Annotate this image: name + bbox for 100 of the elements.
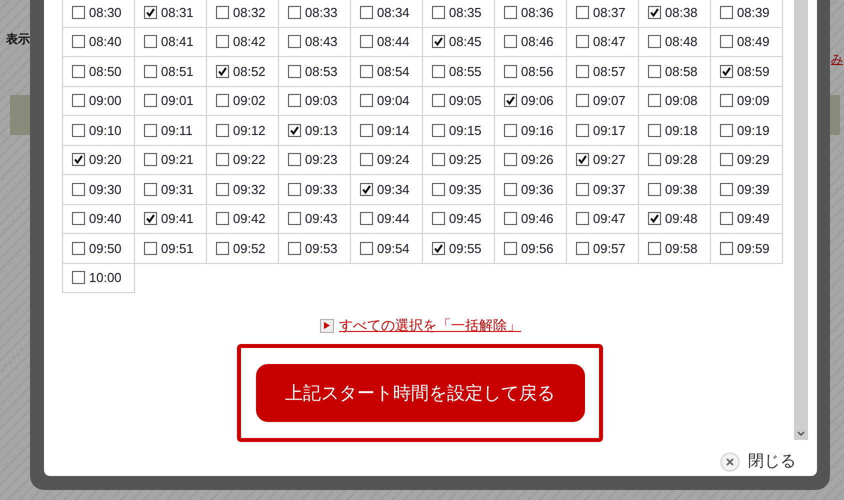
- checkbox[interactable]: [432, 212, 445, 226]
- time-option[interactable]: 08:43: [279, 28, 351, 57]
- time-option[interactable]: 09:31: [135, 175, 207, 204]
- checkbox[interactable]: [720, 182, 733, 196]
- time-option[interactable]: 08:40: [63, 28, 135, 57]
- time-option[interactable]: 09:50: [63, 234, 135, 264]
- time-option[interactable]: 09:32: [207, 175, 279, 204]
- checkbox[interactable]: [576, 242, 589, 255]
- time-option[interactable]: 09:05: [423, 86, 495, 116]
- checkbox[interactable]: [648, 242, 661, 255]
- checkbox[interactable]: [288, 64, 301, 78]
- checkbox[interactable]: [72, 182, 85, 196]
- time-option[interactable]: 09:01: [135, 86, 207, 116]
- checkbox[interactable]: [504, 6, 517, 19]
- checkbox[interactable]: [72, 6, 85, 19]
- time-option[interactable]: 09:39: [711, 175, 783, 204]
- checkbox[interactable]: [72, 94, 85, 108]
- time-option[interactable]: 09:41: [135, 204, 207, 234]
- time-option[interactable]: 09:58: [639, 234, 711, 264]
- checkbox[interactable]: [432, 94, 445, 108]
- time-option[interactable]: 09:57: [567, 234, 639, 264]
- time-option[interactable]: 10:00: [63, 264, 135, 293]
- time-option[interactable]: 08:57: [567, 57, 639, 86]
- checkbox[interactable]: [432, 242, 445, 255]
- time-option[interactable]: 08:39: [711, 0, 783, 28]
- time-option[interactable]: 09:00: [63, 86, 135, 116]
- checkbox[interactable]: [504, 182, 517, 196]
- checkbox[interactable]: [432, 35, 445, 48]
- checkbox[interactable]: [360, 6, 373, 19]
- checkbox[interactable]: [72, 242, 85, 255]
- background-link[interactable]: み: [831, 50, 843, 68]
- time-option[interactable]: 08:58: [639, 57, 711, 86]
- time-option[interactable]: 08:45: [423, 28, 495, 57]
- checkbox[interactable]: [288, 212, 301, 226]
- checkbox[interactable]: [720, 212, 733, 226]
- checkbox[interactable]: [360, 182, 373, 196]
- checkbox[interactable]: [216, 35, 229, 48]
- checkbox[interactable]: [648, 182, 661, 196]
- time-option[interactable]: 09:14: [351, 116, 423, 146]
- time-option[interactable]: 09:06: [495, 86, 567, 116]
- checkbox[interactable]: [432, 64, 445, 78]
- checkbox[interactable]: [360, 64, 373, 78]
- clear-all-link[interactable]: すべての選択を「一括解除」: [339, 315, 521, 336]
- time-option[interactable]: 08:51: [135, 57, 207, 86]
- checkbox[interactable]: [288, 124, 301, 137]
- checkbox[interactable]: [144, 153, 157, 166]
- checkbox[interactable]: [144, 35, 157, 48]
- time-option[interactable]: 08:32: [207, 0, 279, 28]
- time-option[interactable]: 08:37: [567, 0, 639, 28]
- time-option[interactable]: 09:42: [207, 204, 279, 234]
- checkbox[interactable]: [648, 6, 661, 19]
- checkbox[interactable]: [360, 94, 373, 108]
- checkbox[interactable]: [288, 182, 301, 196]
- checkbox[interactable]: [288, 6, 301, 19]
- time-option[interactable]: 09:03: [279, 86, 351, 116]
- time-option[interactable]: 09:35: [423, 175, 495, 204]
- checkbox[interactable]: [648, 35, 661, 48]
- checkbox[interactable]: [144, 64, 157, 78]
- checkbox[interactable]: [720, 64, 733, 78]
- checkbox[interactable]: [576, 64, 589, 78]
- checkbox[interactable]: [648, 153, 661, 166]
- time-option[interactable]: 08:44: [351, 28, 423, 57]
- time-option[interactable]: 09:34: [351, 175, 423, 204]
- time-option[interactable]: 09:13: [279, 116, 351, 146]
- checkbox[interactable]: [72, 271, 85, 284]
- time-option[interactable]: 08:35: [423, 0, 495, 28]
- time-option[interactable]: 08:41: [135, 28, 207, 57]
- checkbox[interactable]: [576, 6, 589, 19]
- time-option[interactable]: 08:31: [135, 0, 207, 28]
- time-option[interactable]: 09:08: [639, 86, 711, 116]
- time-option[interactable]: 09:53: [279, 234, 351, 264]
- time-option[interactable]: 09:09: [711, 86, 783, 116]
- time-option[interactable]: 09:18: [639, 116, 711, 146]
- checkbox[interactable]: [720, 153, 733, 166]
- close-button[interactable]: 閉じる: [720, 450, 796, 474]
- time-option[interactable]: 09:21: [135, 146, 207, 175]
- checkbox[interactable]: [72, 35, 85, 48]
- checkbox[interactable]: [360, 212, 373, 226]
- time-option[interactable]: 09:02: [207, 86, 279, 116]
- checkbox[interactable]: [504, 94, 517, 108]
- checkbox[interactable]: [144, 124, 157, 137]
- checkbox[interactable]: [288, 153, 301, 166]
- time-option[interactable]: 09:38: [639, 175, 711, 204]
- checkbox[interactable]: [144, 94, 157, 108]
- checkbox[interactable]: [360, 153, 373, 166]
- checkbox[interactable]: [648, 64, 661, 78]
- checkbox[interactable]: [576, 35, 589, 48]
- time-option[interactable]: 09:04: [351, 86, 423, 116]
- time-option[interactable]: 08:48: [639, 28, 711, 57]
- checkbox[interactable]: [144, 182, 157, 196]
- time-option[interactable]: 09:27: [567, 146, 639, 175]
- time-option[interactable]: 09:46: [495, 204, 567, 234]
- time-option[interactable]: 09:12: [207, 116, 279, 146]
- checkbox[interactable]: [216, 212, 229, 226]
- time-option[interactable]: 09:20: [63, 146, 135, 175]
- checkbox[interactable]: [720, 124, 733, 137]
- checkbox[interactable]: [648, 94, 661, 108]
- checkbox[interactable]: [504, 64, 517, 78]
- time-option[interactable]: 08:49: [711, 28, 783, 57]
- submit-button[interactable]: 上記スタート時間を設定して戻る: [256, 364, 584, 422]
